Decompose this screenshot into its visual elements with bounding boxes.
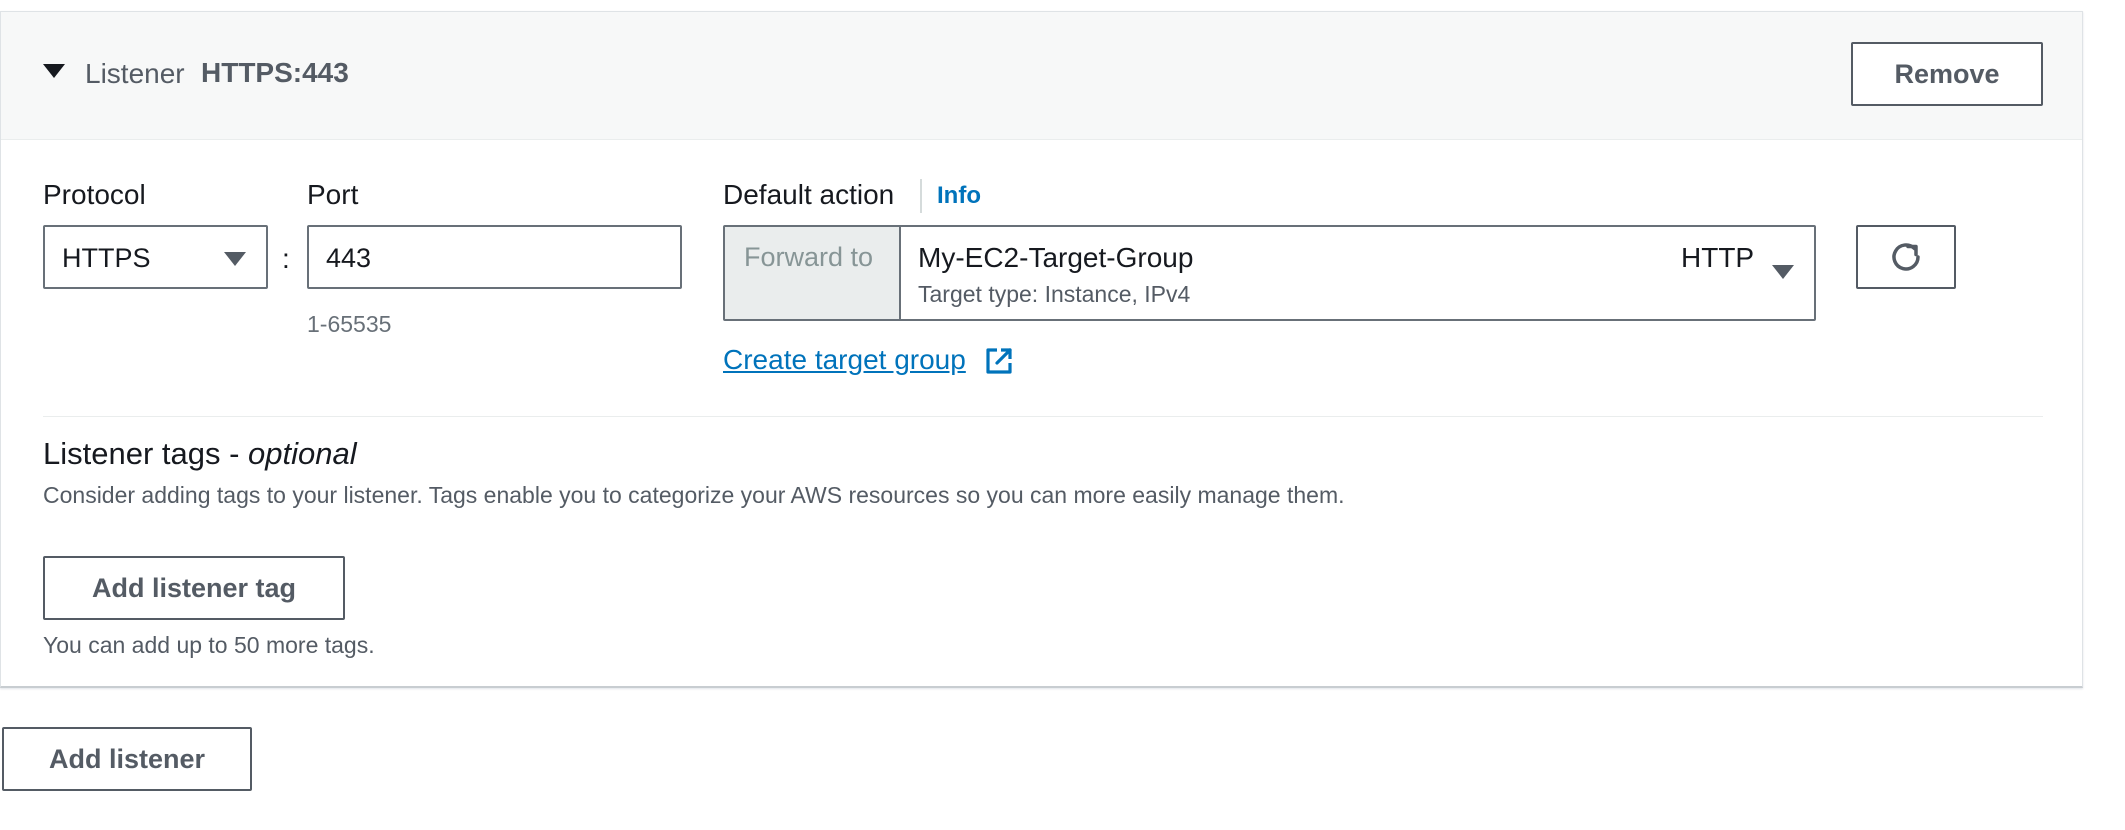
listener-tags-heading: Listener tags - optional: [43, 436, 357, 472]
protocol-select-value: HTTPS: [62, 243, 151, 273]
protocol-label: Protocol: [43, 179, 146, 210]
add-listener-tag-button[interactable]: Add listener tag: [43, 556, 345, 620]
target-group-protocol: HTTP: [1681, 242, 1755, 273]
refresh-button[interactable]: [1856, 225, 1956, 289]
port-hint: 1-65535: [307, 311, 392, 337]
add-listener-button[interactable]: Add listener: [2, 727, 252, 791]
section-divider: [43, 416, 2043, 417]
port-label: Port: [307, 179, 359, 210]
listener-tags-description: Consider adding tags to your listener. T…: [43, 482, 1345, 508]
port-input[interactable]: 443: [307, 225, 682, 289]
tags-limit-text: You can add up to 50 more tags.: [43, 632, 375, 658]
info-link[interactable]: Info: [937, 182, 981, 210]
chevron-down-icon: [1772, 265, 1794, 279]
target-group-select[interactable]: Forward to My-EC2-Target-Group Target ty…: [723, 225, 1816, 321]
external-link-icon[interactable]: [984, 346, 1014, 376]
listener-header[interactable]: Listener HTTPS:443 Remove: [1, 12, 2082, 140]
create-target-group-link[interactable]: Create target group: [723, 344, 966, 376]
listener-header-value: HTTPS:443: [201, 57, 349, 88]
protocol-port-separator: :: [282, 243, 290, 274]
refresh-icon: [1892, 243, 1920, 271]
forward-to-addon: Forward to: [725, 227, 901, 319]
protocol-select[interactable]: HTTPS: [43, 225, 268, 289]
create-target-group-label[interactable]: Create target group: [723, 344, 966, 375]
caret-down-icon[interactable]: [43, 64, 65, 78]
target-group-name: My-EC2-Target-Group: [918, 242, 1194, 273]
label-divider: [920, 179, 922, 213]
listener-tags-title: Listener tags -: [43, 436, 249, 471]
listener-panel: Listener HTTPS:443 Remove Protocol HTTPS…: [0, 11, 2083, 688]
chevron-down-icon: [224, 252, 246, 266]
listener-header-label: Listener: [85, 58, 185, 89]
target-group-detail: Target type: Instance, IPv4: [918, 281, 1191, 307]
forward-to-label: Forward to: [744, 242, 874, 272]
default-action-label: Default action: [723, 179, 895, 210]
optional-marker: optional: [248, 436, 357, 471]
remove-button[interactable]: Remove: [1851, 42, 2043, 106]
port-input-value: 443: [326, 243, 372, 273]
